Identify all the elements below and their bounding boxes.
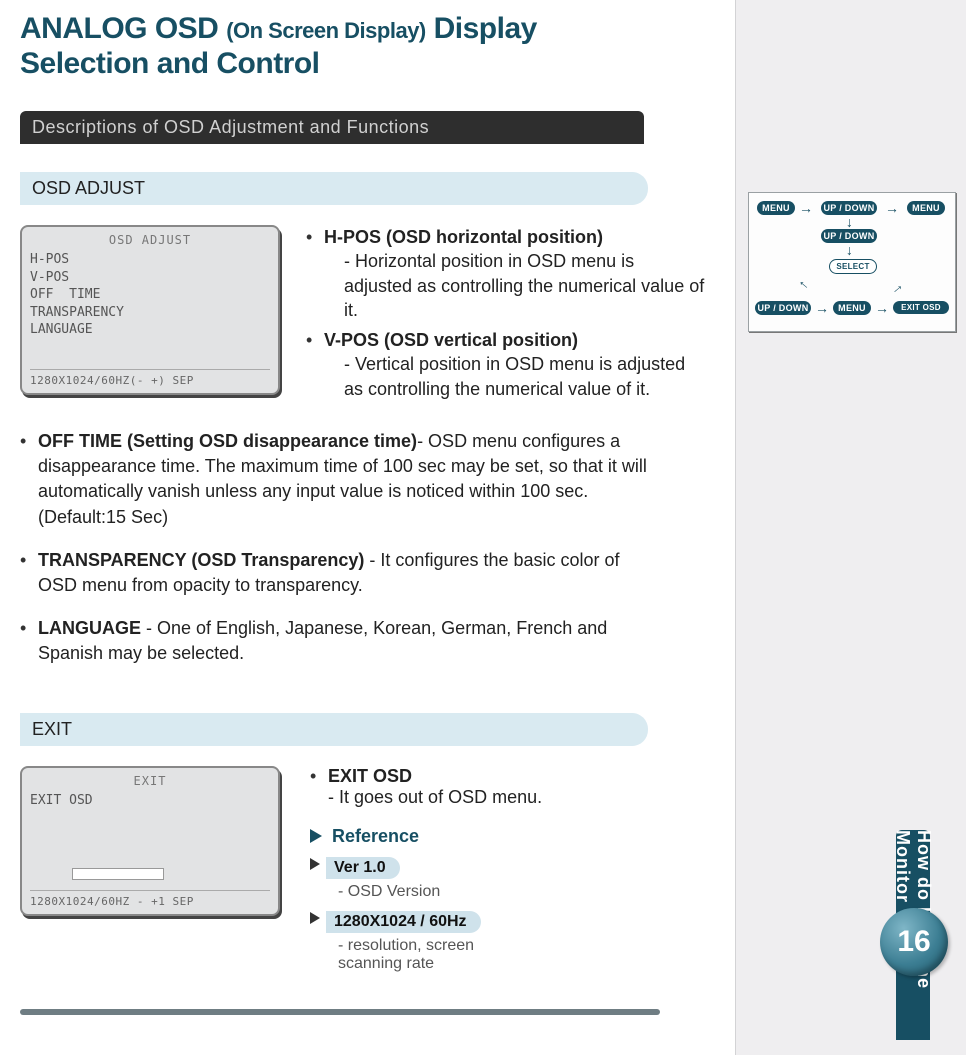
lang-head: LANGUAGE (38, 618, 141, 638)
arrow-icon: → (799, 200, 813, 216)
chip-updown: UP / DOWN (821, 201, 877, 215)
arrow-icon: → (844, 216, 860, 230)
hpos-l1: - Horizontal position in OSD menu is (324, 249, 720, 273)
section-osd-adjust: OSD ADJUST (20, 172, 648, 205)
pill2-row: 1280X1024 / 60Hz (310, 901, 720, 933)
osd-box2-status: 1280X1024/60HZ - +1 SEP (30, 890, 270, 908)
side-panel: MENU UP / DOWN MENU → → UP / DOWN → SELE… (735, 0, 966, 1055)
exit-osd-item: • EXIT OSD - It goes out of OSD menu. (310, 766, 720, 808)
vpos-head: V-POS (OSD vertical position) (324, 330, 578, 350)
offtime-default: (Default:15 Sec) (38, 507, 168, 527)
osd-box1-status: 1280X1024/60HZ(- +) SEP (30, 369, 270, 387)
title-pre: ANALOG OSD (20, 12, 218, 45)
offtime-head: OFF TIME (Setting OSD disappearance time… (38, 431, 417, 451)
arrow-icon: → (885, 200, 899, 216)
vpos-l2: as controlling the numerical value of it… (324, 377, 685, 401)
chip-menu: MENU (833, 301, 871, 315)
chip-menu: MENU (757, 201, 795, 215)
osd-box1-item: H-POS (30, 251, 270, 269)
exit-head: EXIT OSD (328, 766, 412, 786)
arrow-icon: → (844, 244, 860, 258)
transp-head: TRANSPARENCY (OSD Transparency) (38, 550, 364, 570)
hpos-item: • H-POS (OSD horizontal position) - Hori… (306, 225, 720, 322)
pill2-desc: - resolution, screen scanning rate (338, 937, 720, 973)
chip-updown: UP / DOWN (755, 301, 811, 315)
descriptions-bar: Descriptions of OSD Adjustment and Funct… (20, 111, 644, 144)
osd-box2-title: EXIT (30, 774, 270, 788)
title-paren: (On Screen Display) (226, 18, 426, 43)
chip-select: SELECT (829, 259, 877, 274)
osd-box1-item: V-POS (30, 269, 270, 287)
title-post1: Display (434, 12, 537, 45)
pill1-desc: - OSD Version (338, 883, 720, 901)
hpos-head: H-POS (OSD horizontal position) (324, 227, 603, 247)
page-title: ANALOG OSD (On Screen Display) Display S… (20, 12, 720, 81)
section-exit: EXIT (20, 713, 648, 746)
osd-box1-title: OSD ADJUST (30, 233, 270, 247)
chip-updown: UP / DOWN (821, 229, 877, 243)
pill-resolution: 1280X1024 / 60Hz (326, 911, 481, 933)
osd-adjust-screenshot: OSD ADJUST H-POS V-POS OFF TIME TRANSPAR… (20, 225, 280, 395)
osd-box2-slider (72, 868, 164, 880)
pill1-row: Ver 1.0 (310, 847, 720, 879)
language-item: • LANGUAGE - One of English, Japanese, K… (20, 616, 660, 666)
transparency-item: • TRANSPARENCY (OSD Transparency) - It c… (20, 548, 660, 598)
offtime-item: • OFF TIME (Setting OSD disappearance ti… (20, 429, 660, 530)
osd-box2-item: EXIT OSD (30, 792, 270, 810)
hpos-l2: adjusted as controlling the numerical va… (324, 274, 720, 323)
arrow-icon: → (875, 300, 889, 316)
chip-menu: MENU (907, 201, 945, 215)
footer-rule (20, 1009, 660, 1015)
arrow-icon: → (885, 276, 906, 297)
page-number: 16 (880, 908, 948, 976)
arrow-icon: → (815, 300, 829, 316)
osd-box1-item: TRANSPARENCY (30, 304, 270, 322)
title-post2: Selection and Control (20, 47, 320, 80)
exit-body: - It goes out of OSD menu. (328, 787, 542, 807)
vpos-l1: - Vertical position in OSD menu is adjus… (324, 352, 685, 376)
arrow-icon: → (791, 276, 812, 297)
osd-box1-item: OFF TIME (30, 286, 270, 304)
nav-diagram: MENU UP / DOWN MENU → → UP / DOWN → SELE… (748, 192, 956, 332)
vpos-item: • V-POS (OSD vertical position) - Vertic… (306, 328, 720, 401)
osd-box1-item: LANGUAGE (30, 321, 270, 339)
pill-version: Ver 1.0 (326, 857, 400, 879)
exit-screenshot: EXIT EXIT OSD 1280X1024/60HZ - +1 SEP (20, 766, 280, 916)
reference-label: Reference (310, 826, 720, 847)
chip-exit-osd: EXIT OSD (893, 301, 949, 314)
